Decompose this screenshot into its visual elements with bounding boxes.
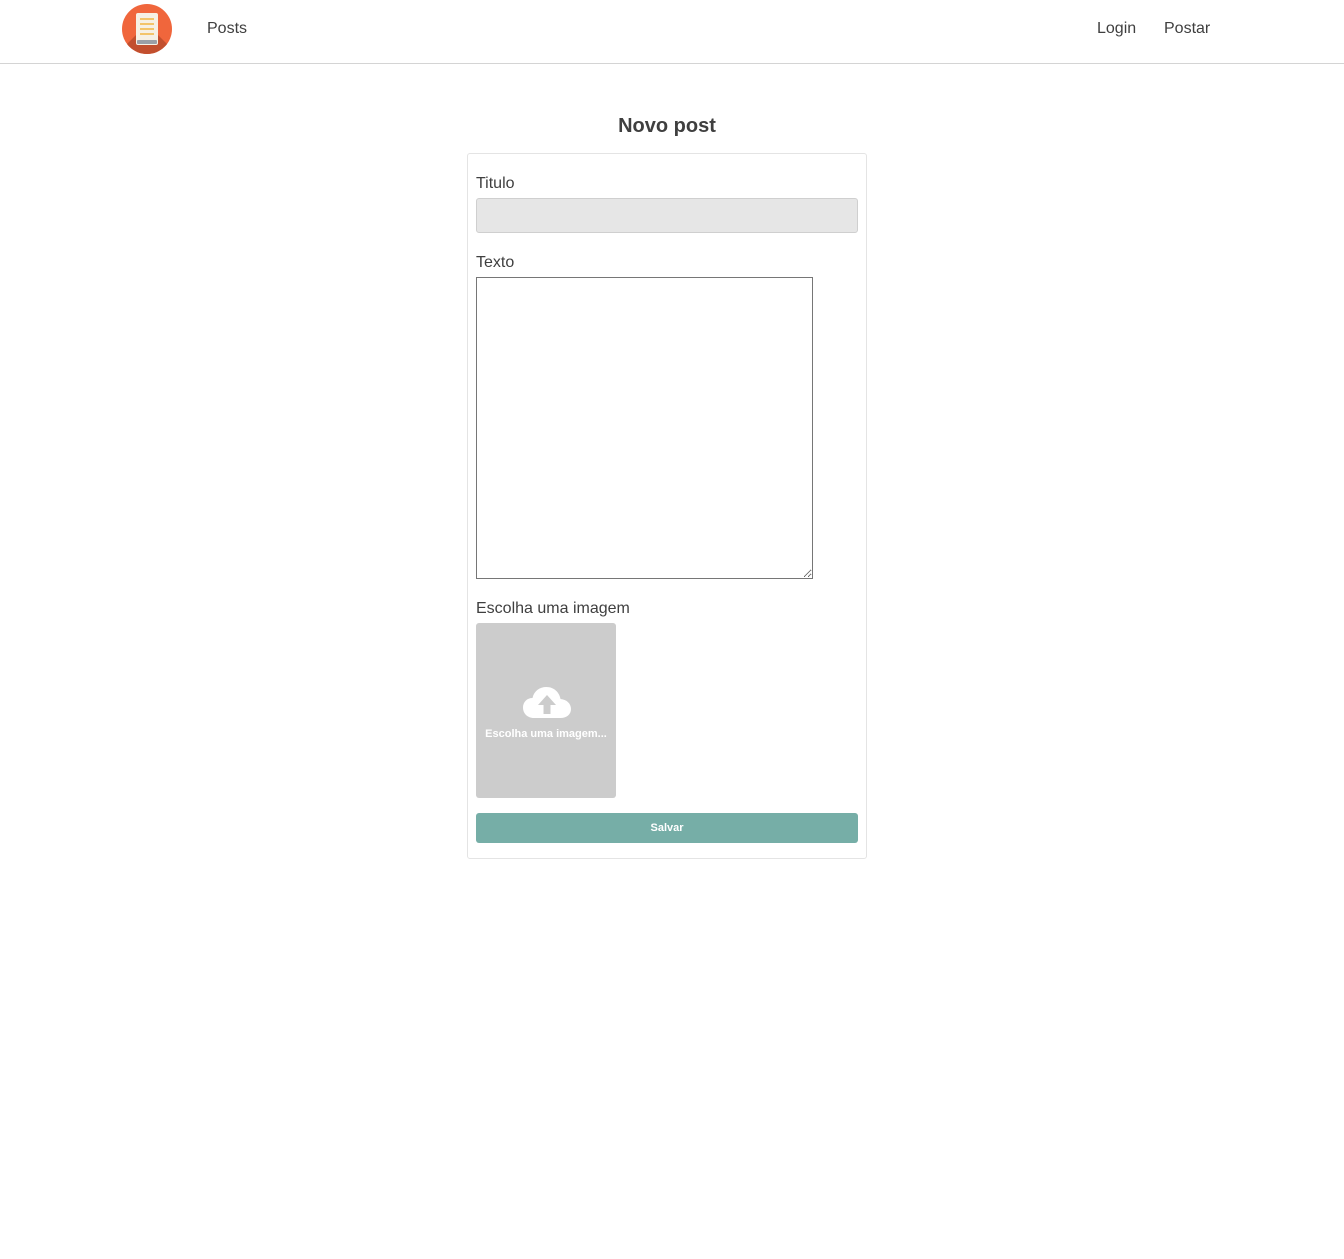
page-title: Novo post (618, 115, 716, 137)
imagem-label: Escolha uma imagem (476, 600, 630, 617)
titulo-input[interactable] (476, 198, 858, 233)
cloud-upload-icon (523, 687, 571, 718)
titulo-label: Titulo (476, 175, 515, 192)
nav-postar-link[interactable]: Postar (1164, 19, 1210, 39)
image-upload-button[interactable]: Escolha uma imagem... (476, 623, 616, 798)
save-button[interactable]: Salvar (476, 813, 858, 843)
nav-posts-link[interactable]: Posts (207, 19, 247, 39)
texto-textarea[interactable] (476, 277, 813, 579)
texto-label: Texto (476, 254, 515, 271)
navbar: Posts Login Postar (0, 0, 1344, 64)
new-post-form: Titulo Texto Escolha uma imagem Escolha … (467, 153, 867, 859)
upload-text: Escolha uma imagem... (485, 728, 607, 740)
nav-login-link[interactable]: Login (1097, 19, 1136, 39)
scroll-logo-icon[interactable] (122, 4, 172, 54)
